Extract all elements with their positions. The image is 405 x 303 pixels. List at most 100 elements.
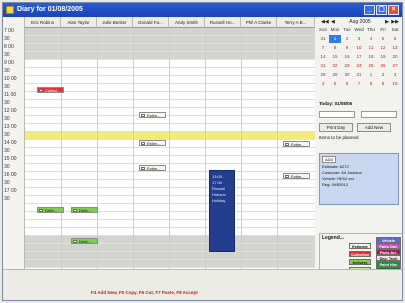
time-slot-row[interactable] [25,180,315,188]
time-slot-row[interactable] [25,76,315,84]
appointment-estimate[interactable]: Estim... [139,112,166,118]
calendar-day[interactable]: 1 [329,35,341,43]
time-slot-row[interactable] [25,140,315,148]
time-slot-row[interactable] [25,124,315,132]
today-label[interactable]: Today: 01/08/05 [319,101,352,106]
calendar-day[interactable]: 10 [389,80,401,88]
column-header-julie-becker[interactable]: Julie Becker [97,17,133,28]
maximize-button[interactable]: ▢ [376,5,387,15]
appointment-estimate[interactable]: Estim... [283,141,310,147]
calendar-day[interactable]: 31 [317,35,329,43]
calendar-day[interactable]: 15 [329,53,341,61]
time-slot-row[interactable] [25,44,315,52]
calendar-day[interactable]: 2 [341,35,353,43]
time-slot-row[interactable] [25,108,315,116]
prev-month-icon[interactable]: ◀ [331,19,335,26]
appointment-collection[interactable]: Collect... [37,87,64,93]
calendar-day[interactable]: 13 [389,44,401,52]
calendar-day[interactable]: 2 [377,71,389,79]
appointment-estimate[interactable]: Estim... [139,165,166,171]
calendar-day[interactable]: 24 [353,62,365,70]
calendar-day[interactable]: 17 [353,53,365,61]
calendar-day[interactable]: 9 [341,44,353,52]
time-slot-row[interactable] [25,68,315,76]
calendar-day[interactable]: 6 [341,80,353,88]
planned-item-card[interactable]: ADD Estimate: 8272 Customer: Mr Jackson … [319,153,399,205]
time-slot-row[interactable] [25,260,315,268]
column-header-eric-robins[interactable]: Eric Robins [25,17,61,28]
calendar-day[interactable]: 12 [377,44,389,52]
column-header-russell[interactable]: Russell Ho... [205,17,241,28]
calendar-day[interactable]: 3 [353,35,365,43]
time-slot-row[interactable] [25,116,315,124]
time-slot-row[interactable] [25,172,315,180]
time-slot-row[interactable] [25,148,315,156]
calendar-day[interactable]: 26 [377,62,389,70]
calendar-day[interactable]: 1 [365,71,377,79]
time-slot-row[interactable] [25,236,315,244]
calendar-day[interactable]: 7 [317,44,329,52]
appointment-delivery[interactable]: Deliv... [37,207,64,213]
calendar-day[interactable]: 14 [317,53,329,61]
dropdown-right[interactable] [361,111,397,118]
calendar-day[interactable]: 30 [341,71,353,79]
calendar-day[interactable]: 22 [329,62,341,70]
appointment-delivery[interactable]: Deliv... [71,238,98,244]
column-header-donald[interactable]: Donald Fa... [133,17,169,28]
appointment-estimate[interactable]: Estim... [283,173,310,179]
calendar-day[interactable]: 3 [389,71,401,79]
column-header-andy-smith[interactable]: Andy Smith [169,17,205,28]
prev-year-icon[interactable]: ◀◀ [321,19,329,26]
appointment-delivery[interactable]: Deliv... [71,207,98,213]
time-slot-row[interactable] [25,188,315,196]
calendar-day[interactable]: 29 [329,71,341,79]
time-slot-row[interactable] [25,52,315,60]
calendar-day[interactable]: 5 [377,35,389,43]
calendar-day[interactable]: 20 [389,53,401,61]
calendar-day[interactable]: 4 [365,35,377,43]
appointment-estimate[interactable]: Estim... [139,140,166,146]
calendar-day[interactable]: 5 [329,80,341,88]
dropdown-left[interactable] [319,111,355,118]
calendar-day[interactable]: 10 [353,44,365,52]
time-slot-row[interactable] [25,244,315,252]
close-button[interactable]: × [388,5,399,15]
next-month-icon[interactable]: ▶ [385,19,389,26]
time-slot-row[interactable] [25,84,315,92]
calendar-day[interactable]: 16 [341,53,353,61]
time-slot-row[interactable] [25,228,315,236]
add-new-button[interactable]: Add New [357,123,391,132]
column-header-phil-clarke[interactable]: Phil A Clarke [241,17,277,28]
minimize-button[interactable]: _ [364,5,375,15]
time-slot-row[interactable] [25,28,315,36]
calendar-day[interactable]: 11 [365,44,377,52]
time-slot-row[interactable] [25,204,315,212]
calendar-day[interactable]: 28 [317,71,329,79]
time-slot-row[interactable] [25,92,315,100]
time-slot-row[interactable] [25,252,315,260]
calendar-day[interactable]: 8 [365,80,377,88]
time-slot-row[interactable] [25,60,315,68]
time-slot-row[interactable] [25,164,315,172]
time-slot-row[interactable] [25,220,315,228]
next-year-icon[interactable]: ▶▶ [391,19,399,26]
column-header-alan-taylor[interactable]: Alan Taylor [61,17,97,28]
time-slot-row[interactable] [25,156,315,164]
calendar-day[interactable]: 25 [365,62,377,70]
print-day-button[interactable]: Print Day [319,123,353,132]
time-slot-row[interactable] [25,196,315,204]
time-slot-row[interactable] [25,132,315,140]
calendar-day[interactable]: 21 [317,62,329,70]
calendar-day[interactable]: 9 [377,80,389,88]
calendar-day[interactable]: 23 [341,62,353,70]
time-slot-row[interactable] [25,100,315,108]
calendar-day[interactable]: 4 [317,80,329,88]
calendar-day[interactable]: 31 [353,71,365,79]
holiday-block[interactable]: 13:00 - 17:30 Russell Hobson Holiday [209,170,235,252]
calendar-day[interactable]: 19 [377,53,389,61]
time-slot-row[interactable] [25,212,315,220]
calendar-day[interactable]: 7 [353,80,365,88]
time-slot-row[interactable] [25,36,315,44]
calendar-day[interactable]: 8 [329,44,341,52]
day-schedule-grid[interactable]: Eric Robins Alan Taylor Julie Becker Don… [3,17,315,269]
